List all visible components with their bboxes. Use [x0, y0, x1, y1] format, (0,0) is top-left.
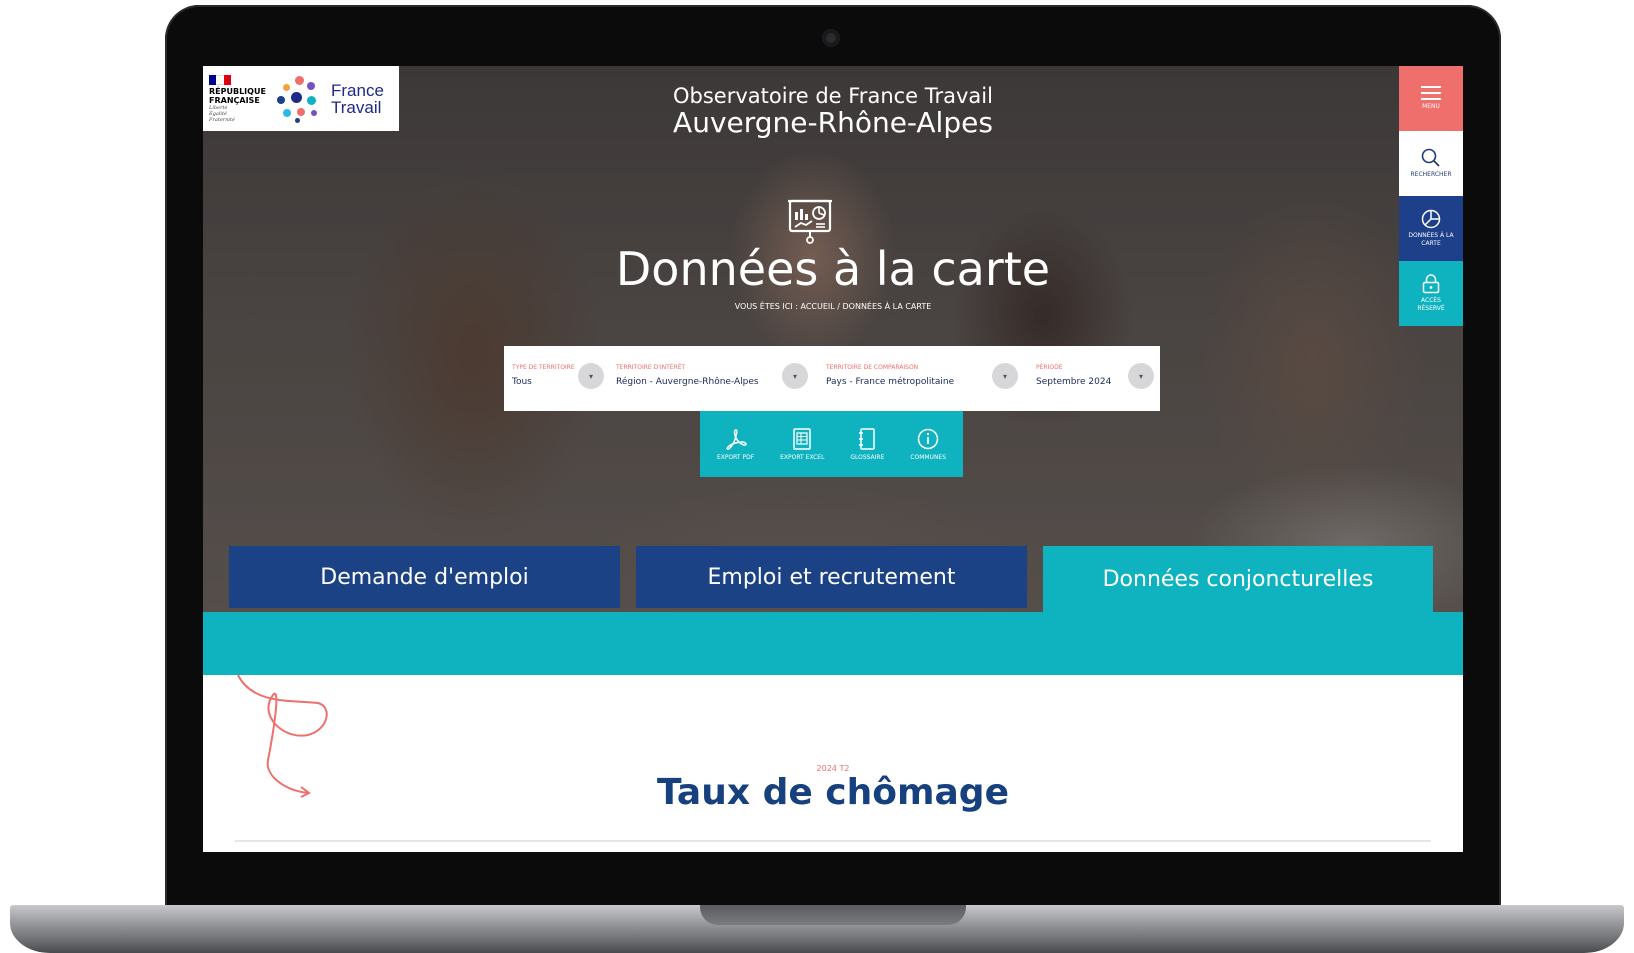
book-icon [859, 427, 876, 450]
glossary-button[interactable]: GLOSSAIRE [850, 427, 885, 461]
reserved-access-button[interactable]: ACCÈS RÉSERVÉ [1399, 261, 1463, 326]
side-nav: MENU RECHERCHER DONNÉES À LA CARTE ACCÈS… [1399, 66, 1463, 326]
filter-period[interactable]: PÉRIODE Septembre 2024 ▾ [1028, 346, 1160, 411]
filter-caption: TERRITOIRE D'INTÉRÊT [616, 364, 686, 371]
tab-donnees-conjoncturelles[interactable]: Données conjoncturelles [1043, 546, 1433, 612]
section-title: Taux de chômage [656, 772, 1009, 813]
communes-label: COMMUNES [910, 453, 947, 461]
export-pdf-label: EXPORT PDF [716, 453, 755, 461]
site-region: Auvergne-Rhône-Alpes [673, 106, 993, 139]
spreadsheet-icon [793, 427, 811, 450]
content-section: 2024 T2 Taux de chômage [203, 675, 1463, 852]
search-button[interactable]: RECHERCHER [1399, 131, 1463, 196]
filter-bar: TYPE DE TERRITOIRE Tous ▾ TERRITOIRE D'I… [504, 346, 1160, 411]
site-subtitle: Observatoire de France Travail [673, 84, 993, 108]
hamburger-icon [1421, 86, 1441, 100]
lock-label-1: ACCÈS [1421, 297, 1441, 304]
export-excel-button[interactable]: EXPORT EXCEL [780, 427, 825, 461]
hero-background [203, 66, 1463, 612]
breadcrumb[interactable]: VOUS ÊTES ICI : ACCUEIL / DONNÉES À LA C… [203, 302, 1463, 311]
data-label-1: DONNÉES À LA [1408, 232, 1454, 239]
pie-chart-icon [1421, 209, 1441, 229]
export-pdf-button[interactable]: EXPORT PDF [717, 428, 754, 461]
teal-band [203, 612, 1463, 675]
export-toolbar: EXPORT PDF EXPORT EXCEL GLOSSAIRE COMMUN… [700, 411, 963, 477]
laptop-notch [700, 905, 966, 925]
pdf-icon [726, 428, 747, 450]
glossary-label: GLOSSAIRE [850, 453, 885, 461]
search-label: RECHERCHER [1410, 171, 1452, 178]
filter-value: Pays - France métropolitaine [826, 377, 955, 387]
chevron-down-icon[interactable]: ▾ [1128, 363, 1154, 389]
filter-caption: TERRITOIRE DE COMPARAISON [826, 364, 919, 371]
menu-label: MENU [1422, 103, 1440, 110]
search-icon [1421, 148, 1440, 167]
divider [235, 840, 1431, 842]
camera [822, 29, 840, 47]
tab-emploi-recrutement[interactable]: Emploi et recrutement [636, 546, 1027, 608]
screen: RÉPUBLIQUE FRANÇAISE Liberté Égalité Fra… [203, 66, 1463, 852]
presentation-chart-icon [788, 199, 832, 244]
data-label-2: CARTE [1421, 240, 1441, 247]
filter-value: Région - Auvergne-Rhône-Alpes [616, 377, 759, 387]
filter-territory-type[interactable]: TYPE DE TERRITOIRE Tous ▾ [504, 346, 608, 411]
chevron-down-icon[interactable]: ▾ [992, 363, 1018, 389]
lock-label-2: RÉSERVÉ [1417, 305, 1445, 312]
data-map-button[interactable]: DONNÉES À LA CARTE [1399, 196, 1463, 261]
chevron-down-icon[interactable]: ▾ [782, 363, 808, 389]
french-flag-icon [209, 74, 231, 85]
tab-demande-emploi[interactable]: Demande d'emploi [229, 546, 620, 608]
chevron-down-icon[interactable]: ▾ [578, 363, 604, 389]
communes-button[interactable]: COMMUNES [910, 428, 946, 461]
filter-territory-comparison[interactable]: TERRITOIRE DE COMPARAISON Pays - France … [818, 346, 1028, 411]
menu-button[interactable]: MENU [1399, 66, 1463, 131]
export-excel-label: EXPORT EXCEL [780, 453, 825, 461]
info-icon [917, 428, 939, 449]
filter-territory-interest[interactable]: TERRITOIRE D'INTÉRÊT Région - Auvergne-R… [608, 346, 818, 411]
category-tabs: Demande d'emploi Emploi et recrutement D… [229, 546, 1463, 612]
lock-icon [1422, 274, 1440, 294]
page-title: Données à la carte [615, 242, 1051, 296]
